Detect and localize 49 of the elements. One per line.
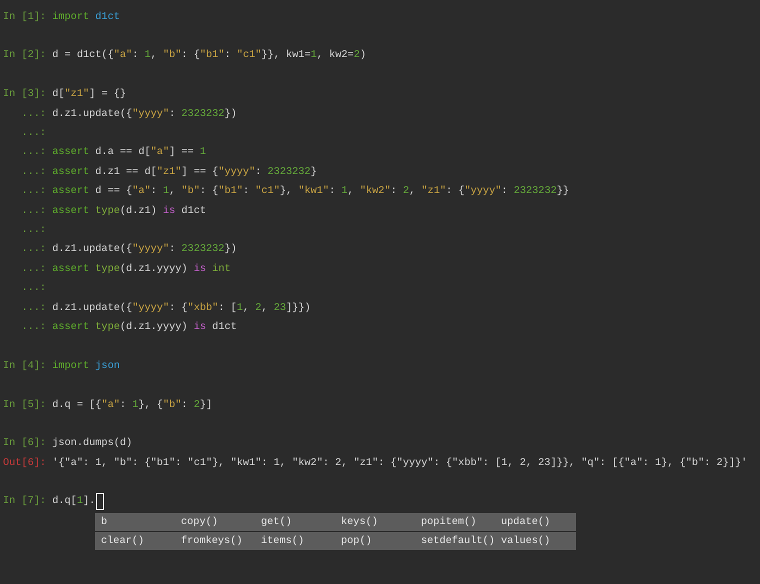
input-prompt: ...: bbox=[20, 302, 48, 314]
input-prompt: ...: bbox=[20, 204, 48, 217]
input-prompt: ...: bbox=[20, 108, 48, 120]
completion-item[interactable]: setdefault() bbox=[415, 535, 495, 548]
input-prompt: ...: bbox=[20, 127, 48, 140]
input-prompt: ...: bbox=[20, 243, 48, 256]
completion-item[interactable]: b bbox=[95, 516, 175, 528]
input-prompt: In [2]: bbox=[3, 49, 48, 62]
input-prompt: ...: bbox=[20, 166, 48, 178]
code-line: assert d == {"a": 1, "b": {"b1": "c1"}, "kw1": 1, "kw2": 2, "z1": {"yyyy": 2323232}} bbox=[52, 185, 570, 198]
completion-item[interactable]: copy() bbox=[175, 516, 255, 528]
code-line: d.q = [{"a": 1}, {"b": 2}] bbox=[52, 398, 212, 410]
input-prompt: Out[6]: bbox=[3, 456, 48, 469]
completion-item[interactable]: popitem() bbox=[415, 516, 495, 528]
completion-item[interactable]: fromkeys() bbox=[175, 535, 255, 548]
code-line: d = d1ct({"a": 1, "b": {"b1": "c1"}}, kw1=1, kw2=2) bbox=[52, 49, 366, 62]
input-prompt: ...: bbox=[20, 146, 48, 158]
code-line: assert type(d.z1.yyyy) is d1ct bbox=[52, 320, 237, 333]
code-line: d["z1"] = {} bbox=[52, 88, 126, 100]
input-prompt: In [5]: bbox=[3, 398, 48, 410]
code-line: assert d.a == d["a"] == 1 bbox=[52, 146, 206, 158]
code-line: d.z1.update({"yyyy": {"xbb": [1, 2, 23]}}) bbox=[52, 302, 311, 314]
input-prompt: In [7]: bbox=[3, 495, 48, 508]
code-line: d.z1.update({"yyyy": 2323232}) bbox=[52, 108, 237, 120]
completion-item[interactable]: pop() bbox=[335, 535, 415, 548]
code-line: d.q[1]. bbox=[52, 495, 96, 508]
code-line: import json bbox=[52, 360, 120, 372]
completion-item[interactable]: values() bbox=[495, 535, 575, 548]
input-prompt: In [4]: bbox=[3, 360, 48, 372]
completion-item[interactable]: update() bbox=[495, 516, 575, 528]
code-line: json.dumps(d) bbox=[52, 437, 132, 450]
input-prompt: ...: bbox=[20, 185, 48, 198]
input-prompt: ...: bbox=[20, 224, 48, 236]
code-line: assert d.z1 == d["z1"] == {"yyyy": 2323232} bbox=[52, 166, 317, 178]
input-prompt: ...: bbox=[20, 262, 48, 275]
completion-item[interactable]: items() bbox=[255, 535, 335, 548]
code-line: d.z1.update({"yyyy": 2323232}) bbox=[52, 243, 237, 256]
completion-item[interactable]: keys() bbox=[335, 516, 415, 528]
code-line: assert type(d.z1.yyyy) is int bbox=[52, 262, 231, 275]
input-prompt: In [1]: bbox=[3, 10, 48, 23]
code-line: assert type(d.z1) is d1ct bbox=[52, 204, 206, 217]
code-line: import d1ct bbox=[52, 10, 120, 23]
input-prompt: ...: bbox=[20, 320, 48, 333]
completion-item[interactable]: clear() bbox=[95, 535, 175, 548]
input-prompt: In [3]: bbox=[3, 88, 48, 100]
completion-item[interactable]: get() bbox=[255, 516, 335, 528]
output-line: '{"a": 1, "b": {"b1": "c1"}, "kw1": 1, "kw2": 2, "z1": {"yyyy": {"xbb": [1, 2, 23]}}, "q": [{"a": 1}, {"b": 2}]}' bbox=[52, 456, 748, 469]
input-prompt: In [6]: bbox=[3, 437, 48, 450]
input-prompt: ...: bbox=[20, 282, 48, 294]
